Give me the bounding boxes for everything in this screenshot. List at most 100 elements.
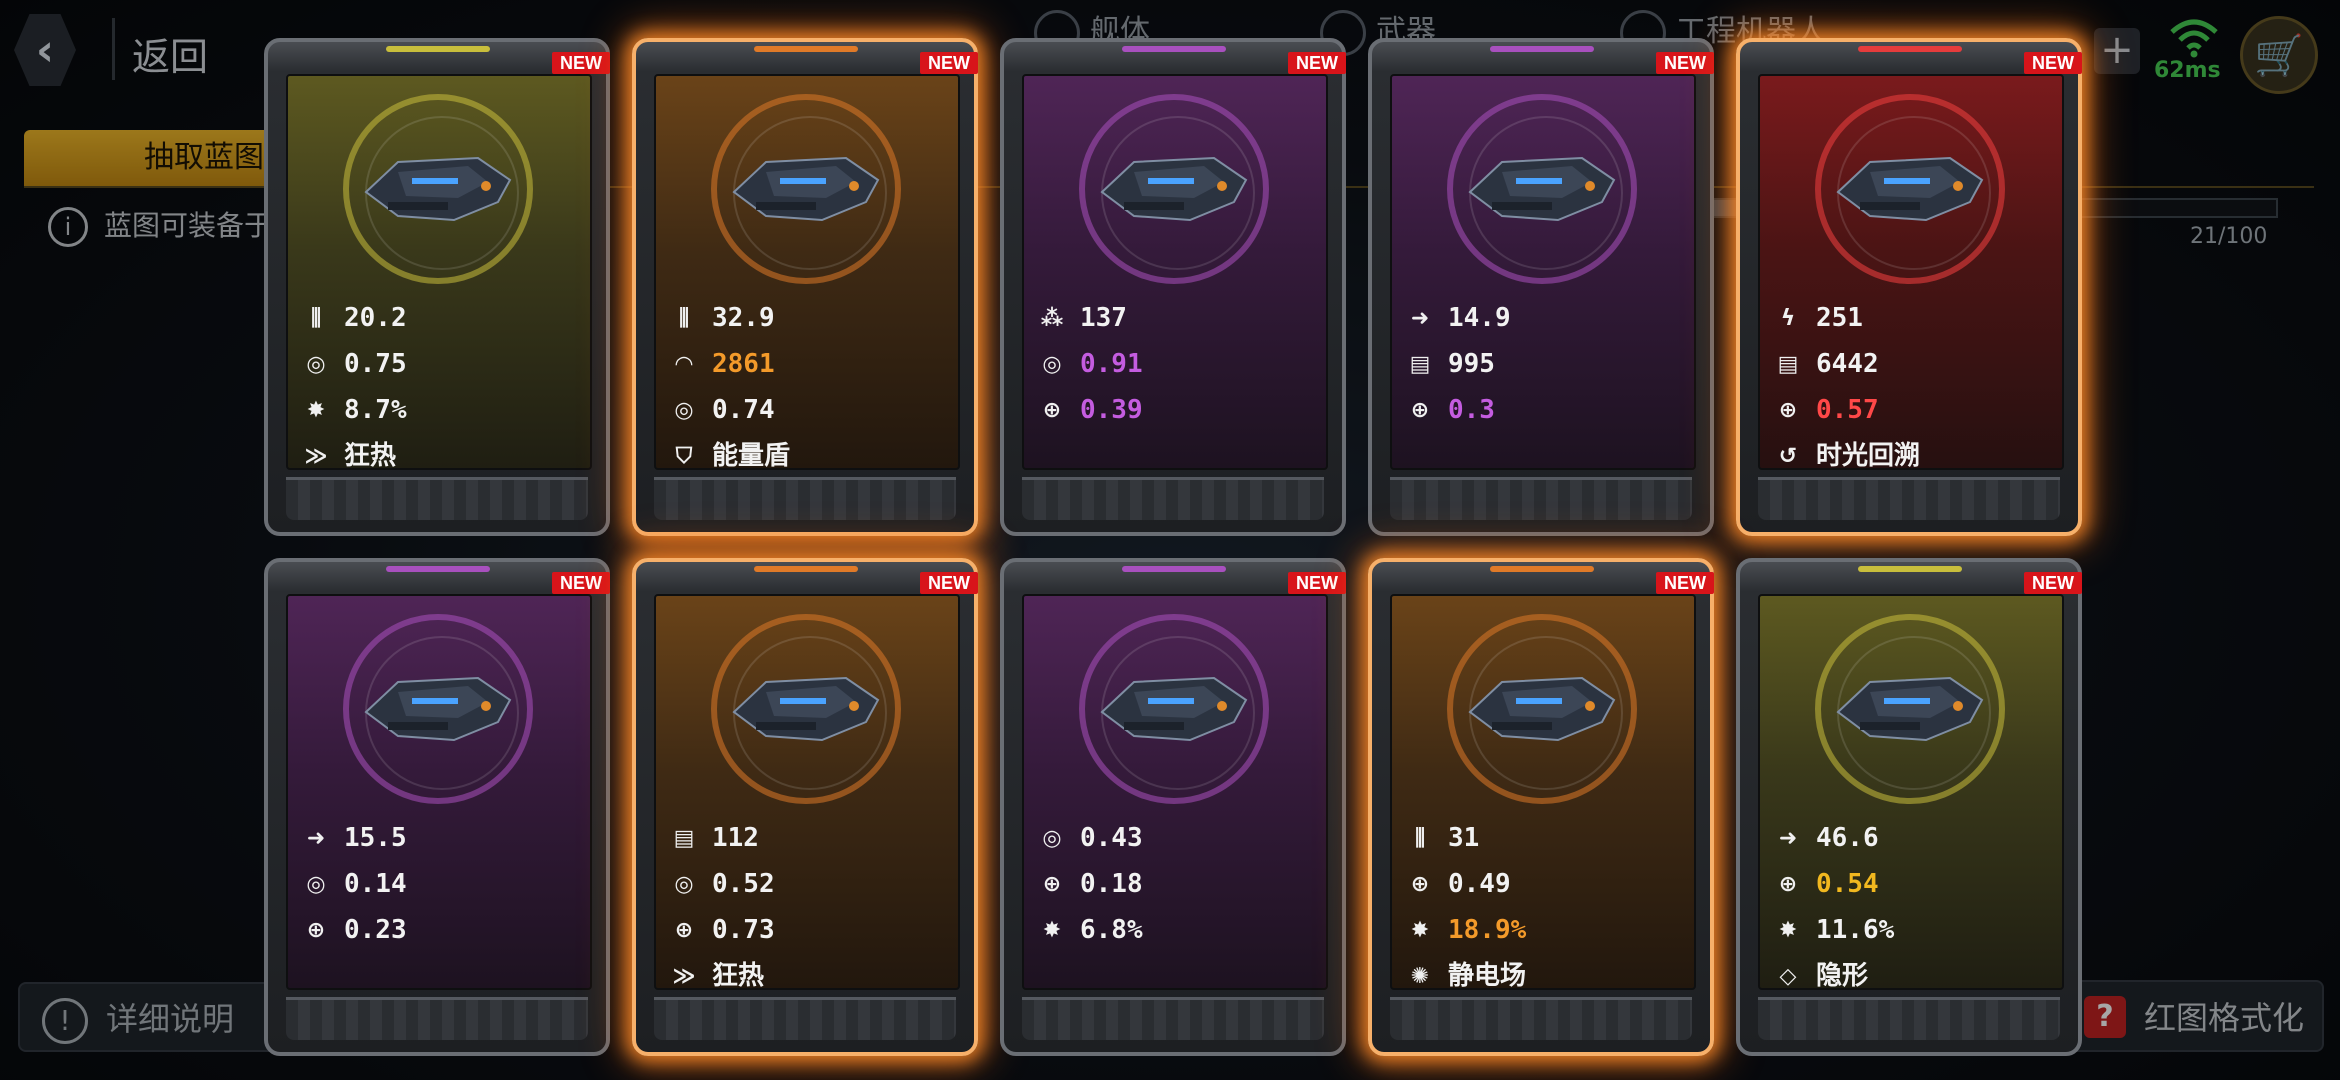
- stat-value: 0.91: [1080, 349, 1143, 379]
- stat-row: ➜ 15.5: [302, 818, 407, 858]
- armor-icon: ▤: [673, 825, 695, 851]
- stat-value: 能量盾: [712, 441, 791, 470]
- card-panel: ϟ 251 ▤ 6442 ⊕ 0.57 ↺ 时光回溯: [1758, 74, 2064, 470]
- stat-row: ✸ 6.8%: [1038, 910, 1143, 950]
- stat-row: ⊕ 0.73: [670, 910, 775, 950]
- new-badge: NEW: [1288, 572, 1346, 594]
- stat-row: ◎ 0.43: [1038, 818, 1142, 858]
- stat-row: ≫ 狂热: [670, 956, 764, 989]
- card-footer: [286, 477, 588, 520]
- stat-row: ◠ 2861: [670, 344, 775, 384]
- stat-row: ⊕ 0.49: [1406, 864, 1511, 904]
- stat-value: 32.9: [712, 303, 775, 333]
- stat-row: ≫ 狂热: [302, 436, 397, 470]
- stat-row: ⫼ 31: [1406, 818, 1479, 858]
- card-footer: [654, 997, 956, 1040]
- armor-icon: ▤: [1409, 351, 1431, 377]
- blueprint-card[interactable]: NEW ▤ 112 ◎ 0.52 ⊕ 0.73 ≫ 狂热: [632, 558, 978, 1056]
- new-badge: NEW: [1656, 572, 1714, 594]
- spaceship-icon: [732, 676, 880, 742]
- stat-value: 46.6: [1816, 823, 1879, 853]
- stat-value: 0.73: [712, 915, 775, 945]
- rarity-bar: [1122, 566, 1226, 572]
- new-badge: NEW: [552, 52, 610, 74]
- cluster-icon: ⁂: [1040, 305, 1064, 331]
- stat-row: ⁂ 137: [1038, 298, 1127, 338]
- blueprint-card[interactable]: NEW ϟ 251 ▤ 6442 ⊕ 0.57 ↺ 时光回溯: [1736, 38, 2082, 536]
- spaceship-icon: [364, 156, 512, 222]
- fanatic-icon: ≫: [672, 963, 696, 989]
- stat-value: 0.54: [1816, 869, 1879, 899]
- stat-row: ⊕ 0.57: [1774, 390, 1879, 430]
- card-footer: [1022, 997, 1324, 1040]
- spaceship-icon: [1468, 676, 1616, 742]
- spaceship-icon: [1100, 676, 1248, 742]
- accuracy-icon: ⊕: [306, 917, 326, 943]
- rarity-bar: [1490, 46, 1594, 52]
- accuracy-icon: ⊕: [1778, 871, 1798, 897]
- stat-value: 8.7%: [344, 395, 407, 425]
- stat-row: ◎ 0.91: [1038, 344, 1143, 384]
- rarity-bar: [754, 566, 858, 572]
- stat-value: 0.57: [1816, 395, 1879, 425]
- crit-icon: ✸: [306, 397, 326, 423]
- stat-row: ⛉ 能量盾: [670, 436, 791, 470]
- blueprint-card[interactable]: NEW ⫼ 32.9 ◠ 2861 ◎ 0.74 ⛉ 能量盾: [632, 38, 978, 536]
- blueprint-card[interactable]: NEW ◎ 0.43 ⊕ 0.18 ✸ 6.8%: [1000, 558, 1346, 1056]
- stat-row: ⊕ 0.39: [1038, 390, 1143, 430]
- spaceship-icon: [1836, 676, 1984, 742]
- stat-row: ↺ 时光回溯: [1774, 436, 1921, 470]
- blueprint-card[interactable]: NEW ⫼ 31 ⊕ 0.49 ✸ 18.9% ✺ 静电场: [1368, 558, 1714, 1056]
- ammo-icon: ⫼: [1414, 825, 1426, 851]
- spaceship-icon: [732, 156, 880, 222]
- stat-row: ✸ 8.7%: [302, 390, 407, 430]
- rarity-bar: [754, 46, 858, 52]
- stat-value: 14.9: [1448, 303, 1511, 333]
- new-badge: NEW: [2024, 52, 2082, 74]
- stat-row: ⊕ 0.18: [1038, 864, 1143, 904]
- stat-value: 0.75: [344, 349, 407, 379]
- new-badge: NEW: [552, 572, 610, 594]
- stat-value: 995: [1448, 349, 1495, 379]
- fanatic-icon: ≫: [304, 443, 328, 469]
- stat-value: 0.3: [1448, 395, 1495, 425]
- stat-value: 狂热: [344, 441, 397, 470]
- blueprint-card[interactable]: NEW ➜ 14.9 ▤ 995 ⊕ 0.3: [1368, 38, 1714, 536]
- card-panel: ⫼ 32.9 ◠ 2861 ◎ 0.74 ⛉ 能量盾: [654, 74, 960, 470]
- new-badge: NEW: [920, 572, 978, 594]
- cooldown-icon: ◎: [674, 871, 694, 897]
- stat-row: ⊕ 0.54: [1774, 864, 1879, 904]
- stat-value: 0.18: [1080, 869, 1143, 899]
- energy-shield-icon: ⛉: [675, 443, 693, 469]
- stat-row: ⊕ 0.3: [1406, 390, 1495, 430]
- blueprint-card[interactable]: NEW ⫼ 20.2 ◎ 0.75 ✸ 8.7% ≫ 狂热: [264, 38, 610, 536]
- stat-value: 112: [712, 823, 759, 853]
- stat-value: 时光回溯: [1816, 441, 1921, 470]
- stat-value: 20.2: [344, 303, 407, 333]
- spaceship-icon: [1836, 156, 1984, 222]
- spaceship-icon: [1468, 156, 1616, 222]
- rarity-bar: [386, 566, 490, 572]
- stat-value: 15.5: [344, 823, 407, 853]
- stat-row: ▤ 112: [670, 818, 759, 858]
- accuracy-icon: ⊕: [1410, 397, 1430, 423]
- new-badge: NEW: [1288, 52, 1346, 74]
- stat-row: ◎ 0.74: [670, 390, 774, 430]
- blueprint-card[interactable]: NEW ➜ 46.6 ⊕ 0.54 ✸ 11.6% ◇ 隐形: [1736, 558, 2082, 1056]
- blueprint-card[interactable]: NEW ➜ 15.5 ◎ 0.14 ⊕ 0.23: [264, 558, 610, 1056]
- cooldown-icon: ◎: [306, 871, 326, 897]
- shield-hp-icon: ◠: [675, 351, 693, 377]
- stat-row: ➜ 14.9: [1406, 298, 1511, 338]
- crit-icon: ✸: [1042, 917, 1062, 943]
- ammo-icon: ⫼: [310, 305, 322, 331]
- stat-row: ▤ 995: [1406, 344, 1495, 384]
- crit-icon: ✸: [1778, 917, 1798, 943]
- card-footer: [1022, 477, 1324, 520]
- blueprint-card[interactable]: NEW ⁂ 137 ◎ 0.91 ⊕ 0.39: [1000, 38, 1346, 536]
- card-footer: [286, 997, 588, 1040]
- stat-value: 137: [1080, 303, 1127, 333]
- stat-value: 18.9%: [1448, 915, 1527, 945]
- rarity-bar: [386, 46, 490, 52]
- time-rewind-icon: ↺: [1778, 443, 1798, 469]
- card-panel: ➜ 15.5 ◎ 0.14 ⊕ 0.23: [286, 594, 592, 990]
